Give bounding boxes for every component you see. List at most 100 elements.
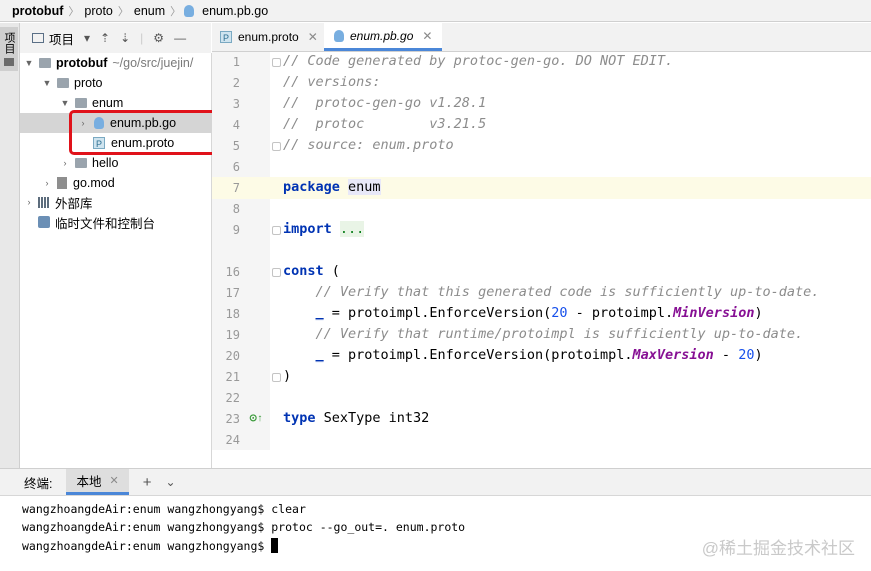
breadcrumb-item-protobuf[interactable]: protobuf	[8, 4, 67, 18]
plus-icon[interactable]: +	[143, 474, 152, 491]
tree-item-label: go.mod	[73, 176, 115, 190]
line-number: 8	[232, 202, 240, 216]
code-line-18: _ = protoimpl.EnforceVersion(20 - protoi…	[283, 305, 763, 321]
tree-item-protobuf[interactable]: ▼ protobuf ~/go/src/juejin/	[20, 53, 215, 73]
tool-window-strip: 项目	[0, 23, 20, 468]
tab-label: enum.proto	[238, 30, 299, 44]
tree-item-label: hello	[92, 156, 119, 170]
line-number: 16	[225, 265, 240, 279]
minimize-icon[interactable]: —	[174, 31, 186, 45]
chevron-down-icon[interactable]: ▾	[84, 31, 90, 45]
tree-item-label: proto	[74, 76, 103, 90]
gear-icon[interactable]: ⚙	[153, 31, 164, 45]
code-text: -	[713, 347, 739, 363]
line-number: 7	[232, 181, 240, 195]
line-number: 3	[232, 97, 240, 111]
line-number: 19	[225, 328, 240, 342]
expand-all-icon[interactable]: ⇡	[100, 31, 110, 45]
project-tool-tab-label: 项目	[3, 32, 15, 54]
breadcrumb-item-enum[interactable]: enum	[130, 4, 169, 18]
line-number: 21	[225, 370, 240, 384]
divider: |	[140, 31, 144, 45]
chevron-down-icon[interactable]: ⌄	[165, 475, 175, 489]
terminal-tab-local[interactable]: 本地 ✕	[66, 469, 129, 495]
line-number: 22	[225, 391, 240, 405]
folder-icon	[4, 58, 14, 66]
terminal-line: wangzhoangdeAir:enum wangzhongyang$ clea…	[22, 502, 306, 516]
project-view-selector[interactable]: 项目	[49, 29, 74, 48]
code-line-23: type SexType int32	[283, 410, 429, 426]
code-line-3: // protoc-gen-go v1.28.1	[283, 95, 487, 111]
go-file-icon	[184, 4, 195, 17]
fold-marker[interactable]	[272, 58, 281, 67]
breadcrumb: protobuf 〉 proto 〉 enum 〉 enum.pb.go	[0, 0, 871, 22]
line-number: 2	[232, 76, 240, 90]
line-number: 9	[232, 223, 240, 237]
chevron-right-icon: 〉	[170, 5, 182, 18]
code-editor[interactable]	[270, 52, 871, 450]
breadcrumb-item-proto[interactable]: proto	[80, 4, 117, 18]
chevron-right-icon[interactable]: ›	[60, 158, 70, 168]
breadcrumb-item-file[interactable]: enum.pb.go	[198, 4, 272, 18]
code-line-7: package enum	[283, 179, 381, 195]
keyword: package	[283, 179, 340, 195]
proto-file-icon: P	[220, 31, 232, 43]
tree-item-proto[interactable]: ▼ proto	[20, 73, 233, 93]
code-line-19: // Verify that runtime/protoimpl is suff…	[283, 326, 804, 342]
tree-item-label: 临时文件和控制台	[55, 216, 156, 231]
close-icon[interactable]: ✕	[110, 474, 119, 487]
line-number: 18	[225, 307, 240, 321]
code-line-1: // Code generated by protoc-gen-go. DO N…	[283, 53, 674, 69]
chevron-right-icon: 〉	[68, 5, 80, 18]
code-line-20: _ = protoimpl.EnforceVersion(protoimpl.M…	[283, 347, 763, 363]
code-line-21: )	[283, 368, 292, 384]
watermark: @稀土掘金技术社区	[701, 539, 855, 558]
tab-enum-proto[interactable]: P enum.proto ✕	[220, 23, 318, 51]
keyword: import	[283, 221, 332, 237]
fold-marker[interactable]	[272, 142, 281, 151]
chevron-right-icon: 〉	[117, 5, 129, 18]
code-text: )	[754, 347, 763, 363]
chevron-right-icon[interactable]: ›	[24, 197, 34, 207]
code-text: SexType int32	[315, 410, 430, 426]
blank-identifier: _	[315, 305, 324, 321]
tab-label: enum.pb.go	[350, 28, 414, 43]
package-name: enum	[348, 179, 381, 195]
collapse-all-icon[interactable]: ⇣	[120, 31, 130, 45]
folder-icon	[75, 98, 87, 108]
terminal-line-prompt: wangzhoangdeAir:enum wangzhongyang$	[22, 538, 279, 553]
implementations-icon[interactable]: ⊙↑	[249, 413, 262, 424]
fold-marker[interactable]	[272, 373, 281, 382]
code-text: )	[754, 305, 763, 321]
tree-item-path: ~/go/src/juejin/	[112, 56, 194, 70]
chevron-right-icon[interactable]: ›	[42, 178, 52, 188]
code-text: (	[323, 263, 340, 279]
close-icon[interactable]: ✕	[308, 30, 318, 44]
project-tool-tab[interactable]: 项目	[0, 27, 18, 71]
line-number: 4	[232, 118, 240, 132]
project-view-icon	[32, 33, 44, 43]
constant-ref: MaxVersion	[632, 347, 714, 363]
tab-enum-pb-go[interactable]: enum.pb.go ✕	[324, 23, 443, 51]
folder-icon	[75, 158, 87, 168]
go-file-icon	[334, 29, 344, 42]
tree-item-scratches[interactable]: 临时文件和控制台	[20, 212, 225, 232]
line-number: 1	[232, 55, 240, 69]
code-line-16: const (	[283, 263, 340, 279]
chevron-down-icon[interactable]: ▼	[42, 78, 52, 88]
terminal-line: wangzhoangdeAir:enum wangzhongyang$ prot…	[22, 520, 466, 534]
tree-item-go-mod[interactable]: › go.mod	[20, 173, 233, 193]
code-text: = protoimpl.EnforceVersion(protoimpl.	[323, 347, 633, 363]
folded-imports[interactable]: ...	[339, 221, 365, 237]
fold-marker[interactable]	[272, 226, 281, 235]
tree-item-external-libraries[interactable]: › 外部库	[20, 192, 215, 212]
fold-marker[interactable]	[272, 268, 281, 277]
chevron-down-icon[interactable]: ▼	[60, 98, 70, 108]
chevron-down-icon[interactable]: ▼	[24, 58, 34, 68]
close-icon[interactable]: ✕	[422, 29, 432, 43]
editor-tabs: P enum.proto ✕ enum.pb.go ✕	[212, 23, 871, 52]
code-line-9: import ...	[283, 221, 365, 237]
terminal-prompt: wangzhoangdeAir:enum wangzhongyang$	[22, 539, 272, 553]
library-icon	[38, 196, 50, 208]
code-line-2: // versions:	[283, 74, 381, 90]
